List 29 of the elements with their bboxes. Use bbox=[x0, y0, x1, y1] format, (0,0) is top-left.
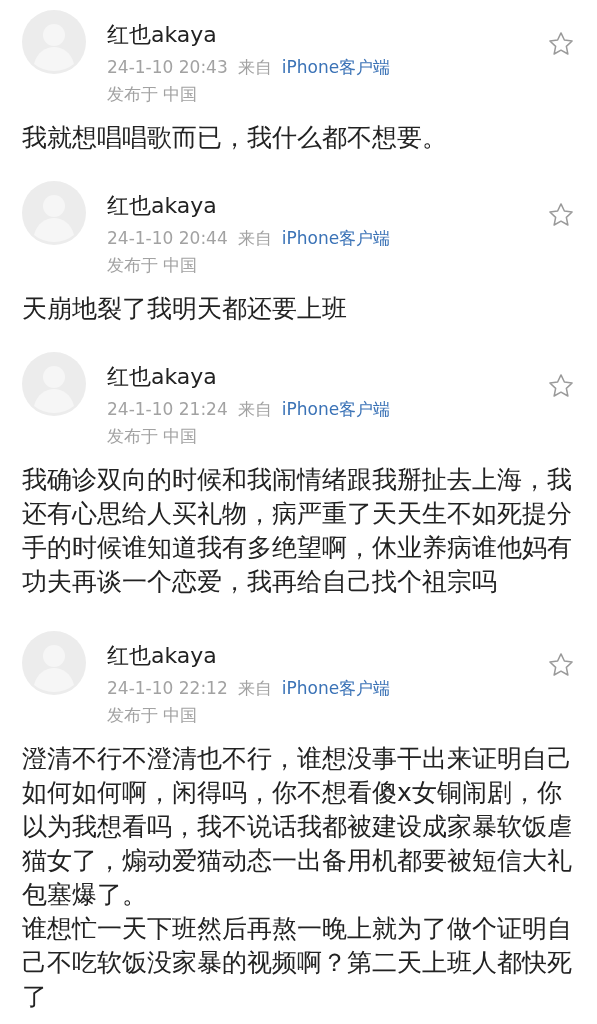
post-location: 发布于 中国 bbox=[107, 83, 199, 106]
post-time: 24-1-10 22:12 bbox=[107, 677, 228, 700]
post-time: 24-1-10 20:44 bbox=[107, 227, 228, 250]
post-text: 我就想唱唱歌而已，我什么都不想要。 bbox=[22, 122, 448, 154]
star-icon[interactable] bbox=[547, 651, 575, 679]
post-text: 澄清不行不澄清也不行，谁想没事干出来证明自己如何如何啊，闲得吗，你不想看傻x女铜闹剧，你以为我想看吗，我不说话我都被建设成家暴软饭虐猫女了，煽动爱猫动态一出备用机都要被短信大礼包塞爆了。 bbox=[22, 743, 573, 911]
post-text: 我确诊双向的时候和我闹情绪跟我掰扯去上海，我还有心思给人买礼物，病严重了天天生不如死提分手的时候谁知道我有多绝望啊，休业养病谁他妈有功夫再谈一个恋爱，我再给自己找个祖宗吗 bbox=[22, 464, 573, 598]
post-location: 发布于 中国 bbox=[107, 704, 199, 727]
source-label: 来自 bbox=[237, 398, 272, 421]
source-label: 来自 bbox=[237, 56, 272, 79]
post-text: 谁想忙一天下班然后再熬一晚上就为了做个证明自己不吃软饭没家暴的视频啊？第二天上班人都快死了 bbox=[22, 913, 573, 1013]
star-icon[interactable] bbox=[547, 201, 575, 229]
source-label: 来自 bbox=[237, 677, 272, 700]
author-name[interactable]: 红也akaya bbox=[107, 191, 547, 221]
author-name[interactable]: 红也akaya bbox=[107, 641, 547, 671]
post-location: 发布于 中国 bbox=[107, 254, 199, 277]
post-time: 24-1-10 21:24 bbox=[107, 398, 228, 421]
source-link[interactable]: iPhone客户端 bbox=[281, 53, 391, 81]
star-icon[interactable] bbox=[547, 30, 575, 58]
source-link[interactable]: iPhone客户端 bbox=[281, 395, 391, 423]
source-label: 来自 bbox=[237, 227, 272, 250]
author-name[interactable]: 红也akaya bbox=[107, 20, 547, 50]
star-icon[interactable] bbox=[547, 372, 575, 400]
post-text: 天崩地裂了我明天都还要上班 bbox=[22, 293, 348, 325]
post-location: 发布于 中国 bbox=[107, 425, 199, 448]
source-link[interactable]: iPhone客户端 bbox=[281, 224, 391, 252]
author-name[interactable]: 红也akaya bbox=[107, 362, 547, 392]
post-time: 24-1-10 20:43 bbox=[107, 56, 228, 79]
source-link[interactable]: iPhone客户端 bbox=[281, 674, 391, 702]
